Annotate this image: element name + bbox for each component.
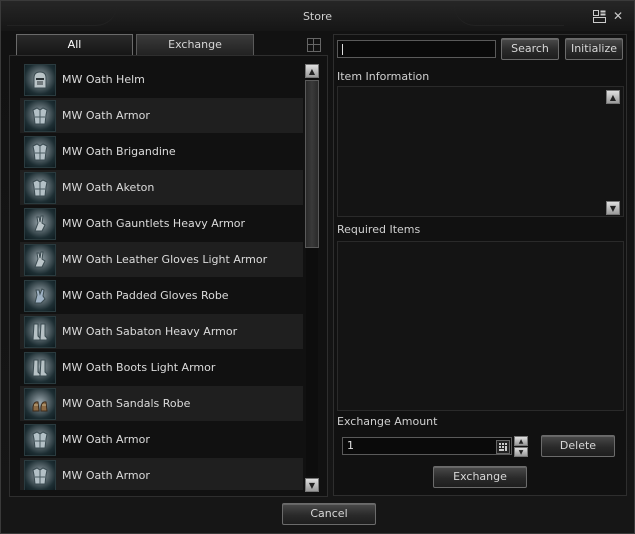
- initialize-button[interactable]: Initialize: [565, 38, 623, 60]
- list-item[interactable]: MW Oath Padded Gloves Robe: [20, 278, 303, 313]
- item-information-box: ▲ ▼: [337, 86, 624, 217]
- item-name: MW Oath Boots Light Armor: [62, 361, 216, 374]
- window-layout-icon[interactable]: [592, 9, 606, 23]
- sandals-icon: [24, 387, 56, 420]
- item-name: MW Oath Gauntlets Heavy Armor: [62, 217, 246, 230]
- scroll-up-icon[interactable]: ▲: [305, 64, 319, 78]
- gauntlet-icon: [24, 243, 56, 276]
- helm-icon: [24, 63, 56, 96]
- amount-increment-icon[interactable]: ▲: [514, 436, 528, 446]
- list-item[interactable]: MW Oath Aketon: [20, 170, 303, 205]
- scroll-thumb[interactable]: [305, 80, 319, 248]
- item-name: MW Oath Armor: [62, 109, 150, 122]
- item-name: MW Oath Armor: [62, 469, 150, 482]
- search-input[interactable]: [337, 40, 496, 58]
- list-item[interactable]: MW Oath Helm: [20, 62, 303, 97]
- item-name: MW Oath Leather Gloves Light Armor: [62, 253, 268, 266]
- title-bar[interactable]: Store ✕: [1, 1, 634, 31]
- exchange-amount-input[interactable]: 1: [342, 437, 512, 455]
- boots-icon: [24, 315, 56, 348]
- item-name: MW Oath Padded Gloves Robe: [62, 289, 229, 302]
- cancel-button[interactable]: Cancel: [282, 503, 376, 525]
- scroll-down-icon[interactable]: ▼: [305, 478, 319, 492]
- list-item[interactable]: MW Oath Armor: [20, 458, 303, 490]
- grid-view-icon[interactable]: [307, 38, 321, 52]
- armor-icon: [24, 423, 56, 456]
- item-list: MW Oath Helm MW Oath Armor MW Oath Brigand…: [20, 62, 305, 490]
- armor-icon: [24, 135, 56, 168]
- tab-exchange[interactable]: Exchange: [136, 34, 254, 55]
- close-icon[interactable]: ✕: [611, 9, 625, 23]
- tab-all[interactable]: All: [16, 34, 133, 55]
- list-item[interactable]: MW Oath Armor: [20, 422, 303, 457]
- amount-decrement-icon[interactable]: ▼: [514, 447, 528, 457]
- info-scroll-down-icon[interactable]: ▼: [606, 201, 620, 215]
- exchange-amount-label: Exchange Amount: [337, 415, 438, 428]
- armor-icon: [24, 171, 56, 204]
- required-items-label: Required Items: [337, 223, 421, 236]
- text-caret: [342, 43, 343, 55]
- armor-icon: [24, 99, 56, 132]
- item-name: MW Oath Sandals Robe: [62, 397, 191, 410]
- delete-button[interactable]: Delete: [541, 435, 615, 457]
- search-button[interactable]: Search: [501, 38, 559, 60]
- list-item[interactable]: MW Oath Gauntlets Heavy Armor: [20, 206, 303, 241]
- armor-icon: [24, 459, 56, 490]
- item-name: MW Oath Aketon: [62, 181, 155, 194]
- list-item[interactable]: MW Oath Leather Gloves Light Armor: [20, 242, 303, 277]
- item-name: MW Oath Sabaton Heavy Armor: [62, 325, 238, 338]
- list-item[interactable]: MW Oath Armor: [20, 98, 303, 133]
- item-information-label: Item Information: [337, 70, 430, 83]
- item-name: MW Oath Brigandine: [62, 145, 176, 158]
- exchange-button[interactable]: Exchange: [433, 466, 527, 488]
- gauntlet-icon: [24, 207, 56, 240]
- calculator-icon[interactable]: [496, 440, 510, 454]
- item-name: MW Oath Helm: [62, 73, 145, 86]
- item-name: MW Oath Armor: [62, 433, 150, 446]
- glove-icon: [24, 279, 56, 312]
- boots-icon: [24, 351, 56, 384]
- list-item[interactable]: MW Oath Brigandine: [20, 134, 303, 169]
- info-scroll-up-icon[interactable]: ▲: [606, 90, 620, 104]
- required-items-box: [337, 241, 624, 411]
- item-list-panel: MW Oath Helm MW Oath Armor MW Oath Brigand…: [9, 55, 328, 497]
- store-window: Store ✕ All Exchange MW Oath Helm MW Oath…: [0, 0, 635, 534]
- list-item[interactable]: MW Oath Boots Light Armor: [20, 350, 303, 385]
- list-item[interactable]: MW Oath Sabaton Heavy Armor: [20, 314, 303, 349]
- window-title: Store: [302, 10, 333, 23]
- list-item[interactable]: MW Oath Sandals Robe: [20, 386, 303, 421]
